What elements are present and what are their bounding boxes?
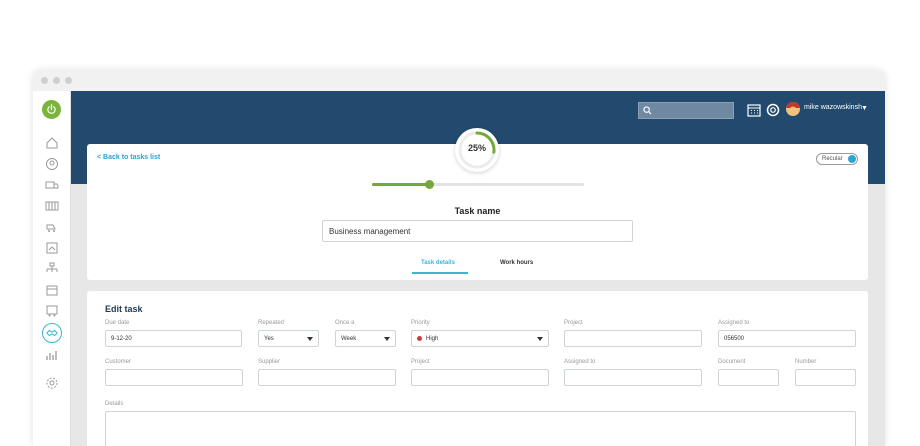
repeated-label: Repeated [258, 320, 285, 326]
document-label: Document [718, 359, 746, 365]
handshake-icon[interactable] [42, 323, 62, 343]
assigned-to-label-2: Assigned to [564, 359, 596, 365]
due-date-value: 9-12-20 [111, 335, 132, 342]
chevron-down-icon [384, 337, 390, 341]
window-maximize-dot[interactable] [65, 77, 72, 84]
number-field[interactable] [795, 369, 856, 386]
bus-icon[interactable] [44, 304, 60, 318]
warehouse-icon[interactable] [44, 199, 60, 213]
forklift-icon[interactable] [44, 220, 60, 234]
edit-task-card: Edit task Due date 9-12-20 Repeated Yes … [87, 291, 868, 446]
assigned-to-label: Assigned to [718, 320, 750, 326]
assigned-to-value: 056500 [724, 335, 745, 342]
chart-icon[interactable] [44, 348, 60, 362]
repeated-value: Yes [264, 335, 274, 342]
avatar[interactable] [786, 102, 800, 116]
toggle-knob [848, 155, 856, 163]
window-close-dot[interactable] [41, 77, 48, 84]
chevron-down-icon[interactable]: ▼ [861, 105, 868, 112]
once-a-select[interactable]: Week [335, 330, 396, 347]
due-date-field[interactable]: 9-12-20 [105, 330, 242, 347]
toggle-label: Recular [822, 156, 843, 162]
chevron-down-icon [537, 337, 543, 341]
project-label-2: Project [411, 359, 430, 365]
calendar-icon[interactable] [44, 283, 60, 297]
window-titlebar [33, 70, 885, 91]
number-label: Number [795, 359, 817, 365]
search-input[interactable] [638, 102, 734, 119]
home-icon[interactable] [44, 136, 60, 150]
scale-icon[interactable] [44, 241, 60, 255]
truck-icon[interactable] [44, 178, 60, 192]
once-a-label: Once a [335, 320, 355, 326]
user-name[interactable]: mike wazowskinsh [804, 104, 862, 111]
edit-task-title: Edit task [105, 304, 143, 314]
details-label: Details [105, 401, 124, 407]
customer-field[interactable] [105, 369, 243, 386]
repeated-select[interactable]: Yes [258, 330, 319, 347]
project-field-2[interactable] [411, 369, 549, 386]
progress-label: 25% [467, 143, 486, 153]
power-icon[interactable] [42, 100, 61, 119]
progress-slider[interactable] [372, 180, 584, 189]
window-minimize-dot[interactable] [53, 77, 60, 84]
progress-circle: 25% [455, 128, 499, 172]
supplier-label: Supplier [258, 359, 281, 365]
chevron-down-icon [307, 337, 313, 341]
app-window: mike wazowskinsh ▼ < Back to tasks list … [33, 70, 885, 446]
assigned-to-field[interactable]: 056500 [718, 330, 856, 347]
settings-icon[interactable] [44, 376, 60, 390]
sidebar [33, 91, 71, 446]
due-date-label: Due date [105, 320, 130, 326]
priority-value: High [426, 335, 439, 342]
assigned-to-field-2[interactable] [564, 369, 702, 386]
tab-task-details[interactable]: Task details [421, 260, 455, 266]
details-textarea[interactable] [105, 411, 856, 446]
project-label: Project [564, 320, 583, 326]
progress-slider-fill [372, 183, 430, 186]
document-field[interactable] [718, 369, 779, 386]
once-a-value: Week [341, 335, 357, 342]
user-icon[interactable] [44, 157, 60, 171]
tab-work-hours[interactable]: Work hours [500, 260, 533, 266]
task-header-card: < Back to tasks list 25% Recular Task na… [87, 128, 868, 280]
priority-dot-icon [417, 336, 422, 341]
priority-label: Priority [411, 320, 430, 326]
supplier-field[interactable] [258, 369, 396, 386]
back-to-tasks-link[interactable]: < Back to tasks list [97, 154, 160, 161]
progress-slider-handle[interactable] [425, 180, 435, 189]
task-name-input[interactable] [322, 220, 633, 242]
search-icon [643, 102, 652, 120]
active-tab-underline [412, 272, 468, 274]
priority-select[interactable]: High [411, 330, 549, 347]
calendar-grid-icon[interactable] [747, 103, 761, 117]
task-name-label: Task name [454, 206, 501, 216]
regular-toggle[interactable]: Recular [816, 153, 858, 165]
help-lifebuoy-icon[interactable] [766, 103, 780, 117]
network-icon[interactable] [44, 262, 60, 276]
customer-label: Customer [105, 359, 132, 365]
project-field[interactable] [564, 330, 702, 347]
